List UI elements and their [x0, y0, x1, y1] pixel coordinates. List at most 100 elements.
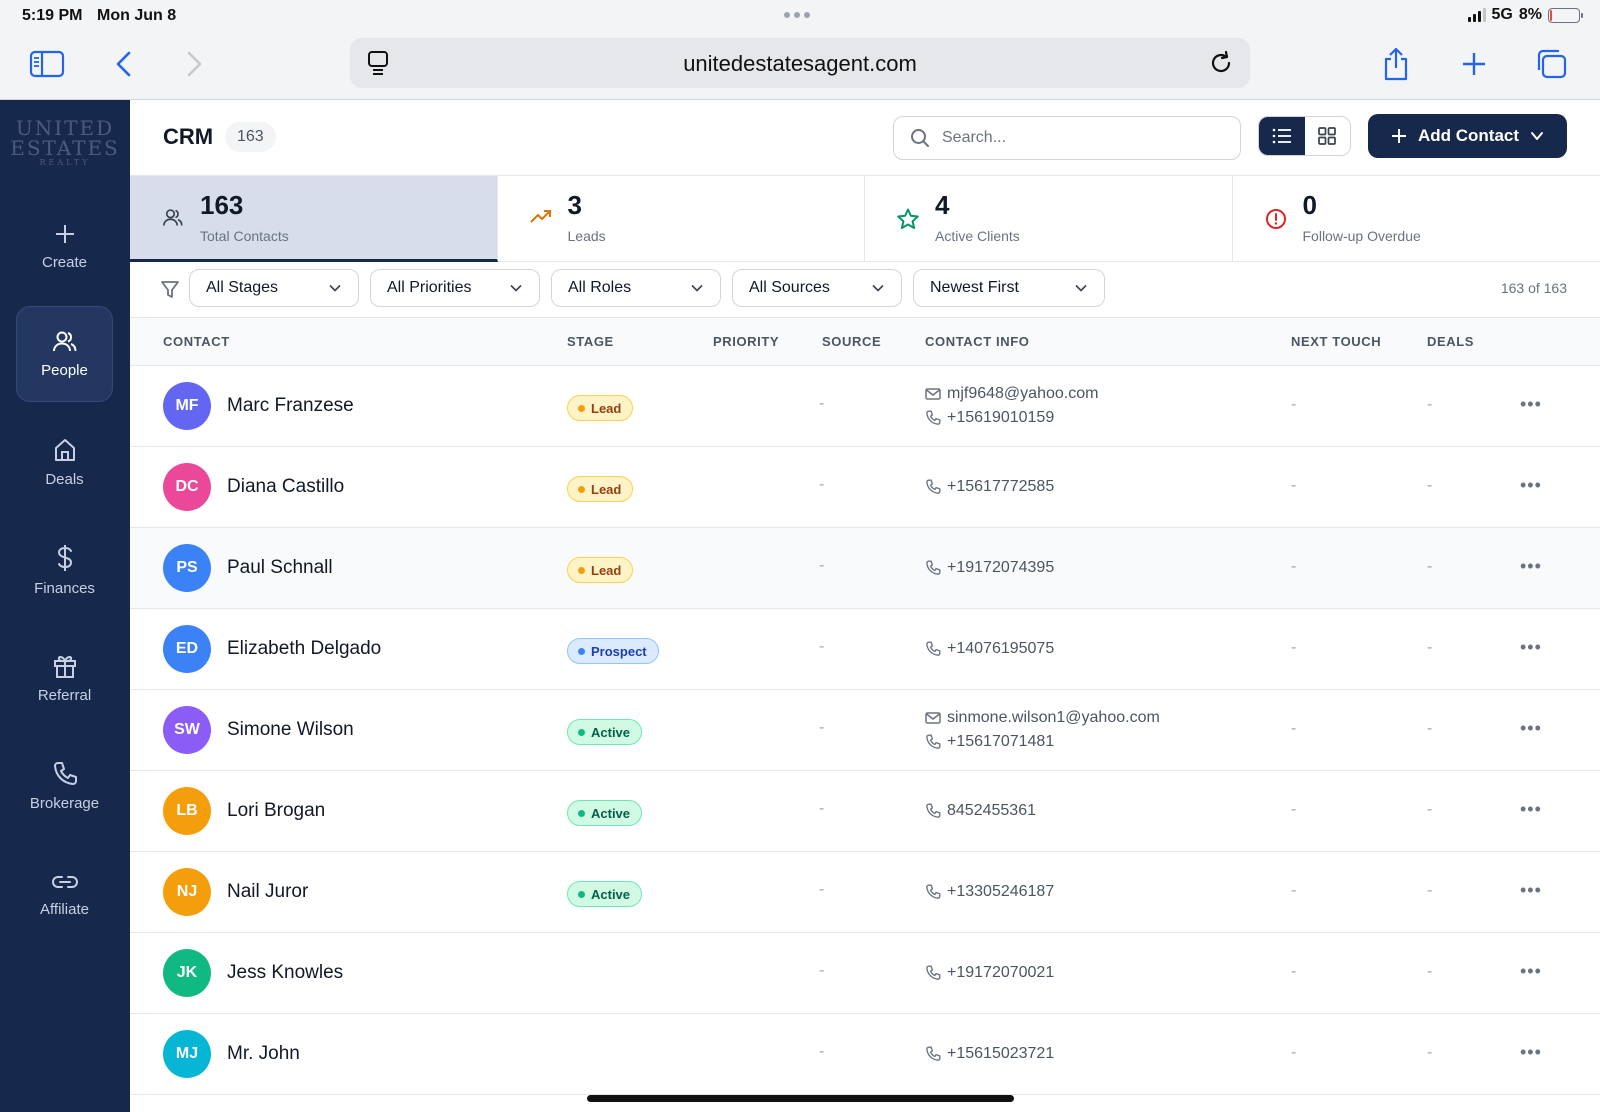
reload-icon[interactable]: [1208, 50, 1234, 81]
stat-follow-up-overdue[interactable]: 0 Follow-up Overdue: [1233, 176, 1600, 262]
sort-dropdown[interactable]: Newest First: [913, 269, 1105, 307]
sidebar-item-referral[interactable]: Referral: [16, 630, 113, 726]
more-options-icon[interactable]: •••: [1520, 475, 1542, 496]
sidebar-item-finances[interactable]: Finances: [16, 522, 113, 618]
email-line[interactable]: mjf9648@yahoo.com: [925, 382, 1098, 406]
contact-name[interactable]: Elizabeth Delgado: [227, 638, 381, 660]
search-input[interactable]: [942, 129, 1222, 147]
new-tab-icon[interactable]: [1452, 42, 1496, 86]
contact-info: +13305246187: [925, 880, 1054, 904]
multitasking-dots-icon[interactable]: [784, 12, 810, 18]
phone-line[interactable]: +15619010159: [925, 406, 1098, 430]
add-contact-label: Add Contact: [1417, 126, 1520, 145]
phone-line[interactable]: +19172074395: [925, 556, 1054, 580]
stat-active-clients[interactable]: 4 Active Clients: [865, 176, 1233, 262]
table-row[interactable]: MF Marc Franzese Lead - mjf9648@yahoo.com +15…: [130, 366, 1600, 447]
table-row[interactable]: MJ Mr. John - +15615023721 - - •••: [130, 1014, 1600, 1095]
column-header-source[interactable]: SOURCE: [822, 334, 881, 349]
table-row[interactable]: SW Simone Wilson Active - sinmone.wilson1@ya…: [130, 690, 1600, 771]
sidebar-item-affiliate[interactable]: Affiliate: [16, 846, 113, 942]
phone-line[interactable]: +19172070021: [925, 961, 1054, 985]
stage-badge: Active: [567, 719, 643, 745]
tabs-overview-icon[interactable]: [1530, 42, 1574, 86]
sidebar-item-brokerage[interactable]: Brokerage: [16, 738, 113, 834]
next-touch-value: -: [1291, 801, 1297, 818]
phone-line[interactable]: 8452455361: [925, 799, 1036, 823]
phone-icon: [926, 734, 941, 749]
list-view-button[interactable]: [1259, 117, 1305, 155]
stat-total-contacts[interactable]: 163 Total Contacts: [130, 176, 498, 262]
avatar: NJ: [163, 868, 211, 916]
back-icon[interactable]: [102, 42, 146, 86]
contact-name[interactable]: Marc Franzese: [227, 395, 354, 417]
people-icon: [162, 208, 184, 233]
role-filter-dropdown[interactable]: All Roles: [551, 269, 721, 307]
phone-value: +15619010159: [947, 409, 1055, 426]
column-header-deals[interactable]: DEALS: [1427, 334, 1474, 349]
phone-line[interactable]: +15617772585: [925, 475, 1054, 499]
more-options-icon[interactable]: •••: [1520, 394, 1542, 415]
contact-name[interactable]: Nail Juror: [227, 881, 308, 903]
more-options-icon[interactable]: •••: [1520, 556, 1542, 577]
filter-icon[interactable]: [160, 280, 180, 305]
sidebar-toggle-icon[interactable]: [25, 42, 69, 86]
more-options-icon[interactable]: •••: [1520, 799, 1542, 820]
sidebar-item-people[interactable]: People: [16, 306, 113, 402]
contact-name[interactable]: Paul Schnall: [227, 557, 333, 579]
table-row[interactable]: NJ Nail Juror Active - +13305246187 - - •••: [130, 852, 1600, 933]
phone-icon: [926, 884, 941, 899]
deals-value: -: [1427, 558, 1433, 575]
more-options-icon[interactable]: •••: [1520, 718, 1542, 739]
home-indicator[interactable]: [587, 1095, 1014, 1102]
more-options-icon[interactable]: •••: [1520, 637, 1542, 658]
column-header-priority[interactable]: PRIORITY: [713, 334, 779, 349]
priority-filter-dropdown[interactable]: All Priorities: [370, 269, 540, 307]
email-value: mjf9648@yahoo.com: [947, 385, 1099, 402]
address-bar[interactable]: unitedestatesagent.com: [350, 38, 1250, 88]
source-value: -: [819, 800, 825, 817]
avatar: PS: [163, 544, 211, 592]
column-header-next-touch[interactable]: NEXT TOUCH: [1291, 334, 1381, 349]
contact-name[interactable]: Mr. John: [227, 1043, 300, 1065]
table-row[interactable]: LB Lori Brogan Active - 8452455361 - - •••: [130, 771, 1600, 852]
search-box[interactable]: [893, 116, 1241, 160]
column-header-stage[interactable]: STAGE: [567, 334, 614, 349]
sidebar-item-deals[interactable]: Deals: [16, 414, 113, 510]
column-header-contact-info[interactable]: CONTACT INFO: [925, 334, 1029, 349]
chevron-down-icon: [1531, 132, 1544, 140]
forward-icon[interactable]: [172, 42, 216, 86]
sidebar-item-label: Finances: [34, 579, 95, 597]
stage-label: Lead: [591, 400, 622, 416]
contact-name[interactable]: Lori Brogan: [227, 800, 325, 822]
stage-badge: Prospect: [567, 638, 659, 664]
phone-line[interactable]: +13305246187: [925, 880, 1054, 904]
contact-name[interactable]: Jess Knowles: [227, 962, 343, 984]
more-options-icon[interactable]: •••: [1520, 961, 1542, 982]
phone-line[interactable]: +15615023721: [925, 1042, 1054, 1066]
add-contact-button[interactable]: Add Contact: [1368, 114, 1567, 158]
mail-icon: [925, 388, 941, 400]
stat-leads[interactable]: 3 Leads: [498, 176, 865, 262]
contact-info: mjf9648@yahoo.com +15619010159: [925, 382, 1098, 430]
dropdown-value: All Sources: [749, 279, 830, 296]
grid-view-button[interactable]: [1305, 117, 1351, 155]
more-options-icon[interactable]: •••: [1520, 880, 1542, 901]
stage-label: Active: [591, 724, 631, 740]
share-icon[interactable]: [1374, 42, 1418, 86]
contact-name[interactable]: Diana Castillo: [227, 476, 344, 498]
company-logo[interactable]: UNITED ESTATES REALTY: [10, 118, 120, 168]
stage-filter-dropdown[interactable]: All Stages: [189, 269, 359, 307]
source-filter-dropdown[interactable]: All Sources: [732, 269, 902, 307]
chevron-down-icon: [510, 284, 522, 292]
email-line[interactable]: sinmone.wilson1@yahoo.com: [925, 706, 1160, 730]
table-row[interactable]: ED Elizabeth Delgado Prospect - +14076195075…: [130, 609, 1600, 690]
sidebar-item-create[interactable]: Create: [16, 198, 113, 294]
phone-line[interactable]: +14076195075: [925, 637, 1054, 661]
phone-line[interactable]: +15617071481: [925, 730, 1160, 754]
contact-name[interactable]: Simone Wilson: [227, 719, 354, 741]
more-options-icon[interactable]: •••: [1520, 1042, 1542, 1063]
column-header-contact[interactable]: CONTACT: [163, 334, 230, 349]
table-row[interactable]: JK Jess Knowles - +19172070021 - - •••: [130, 933, 1600, 1014]
table-row[interactable]: PS Paul Schnall Lead - +19172074395 - - •••: [130, 528, 1600, 609]
table-row[interactable]: DC Diana Castillo Lead - +15617772585 - - •••: [130, 447, 1600, 528]
